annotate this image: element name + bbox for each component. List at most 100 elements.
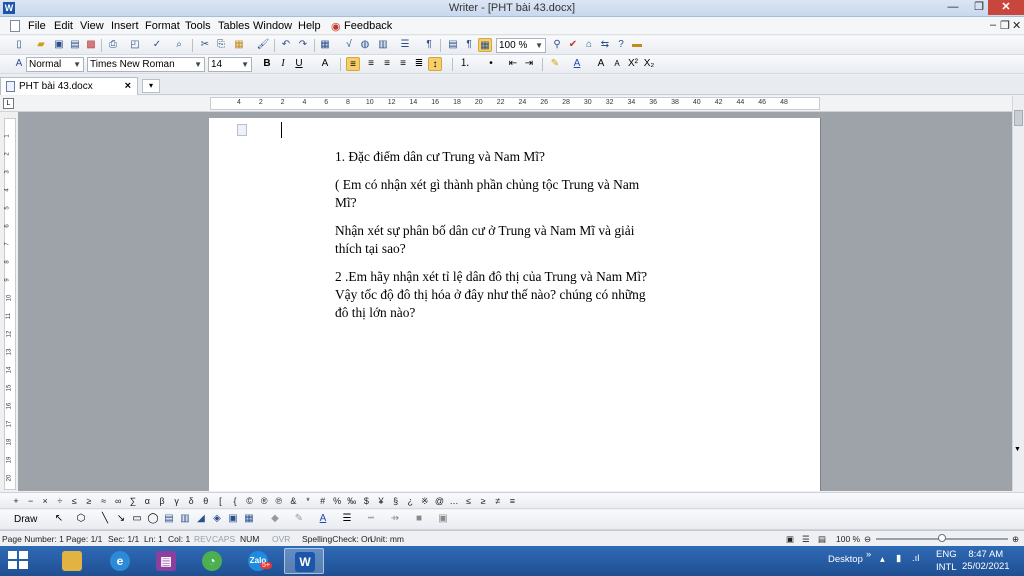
- font-color-icon[interactable]: A: [570, 57, 584, 71]
- language-top[interactable]: ENG: [936, 549, 957, 560]
- horizontal-ruler[interactable]: 4 2 2 4 6 8 10 12 14 16 18 20 22 24 26 28 30 32 34 36 38 40 42…: [210, 97, 820, 110]
- zoom-in-icon[interactable]: ⊕: [1012, 534, 1019, 545]
- highlight-tool-icon[interactable]: ▬: [630, 38, 644, 52]
- dash-style-icon[interactable]: ┅: [364, 512, 378, 526]
- symbol-button[interactable]: ‰: [347, 496, 356, 506]
- wordart-icon[interactable]: ◢: [194, 512, 208, 526]
- abc-spell-icon[interactable]: ✔: [566, 38, 580, 52]
- tab-stop-selector[interactable]: L: [3, 98, 14, 109]
- tab-close-icon[interactable]: ×: [125, 80, 131, 92]
- show-marks-icon[interactable]: ¶: [422, 38, 436, 52]
- symbol-button[interactable]: {: [233, 496, 236, 506]
- symbol-button[interactable]: ※: [421, 496, 429, 507]
- symbol-button[interactable]: ≈: [101, 496, 106, 506]
- save-icon[interactable]: ▣: [52, 38, 66, 52]
- page-view-icon[interactable]: ▣: [786, 534, 794, 545]
- decrease-indent-icon[interactable]: ⇤: [506, 57, 520, 71]
- style-combo[interactable]: Normal ▼: [26, 57, 84, 72]
- highlight-color-icon[interactable]: ✎: [548, 57, 562, 71]
- font-combo[interactable]: Times New Roman ▼: [87, 57, 205, 72]
- save-as-icon[interactable]: ▤: [68, 38, 82, 52]
- paragraph-1[interactable]: 1. Đặc điểm dân cư Trung và Nam Mĩ?: [335, 148, 655, 166]
- distributed-icon[interactable]: ≣: [412, 57, 426, 71]
- autoshapes-icon[interactable]: ⬡: [74, 512, 88, 526]
- line-spacing-icon[interactable]: ↕: [428, 57, 442, 71]
- zoom-slider-knob[interactable]: [938, 534, 946, 542]
- toolbar-expand-icon[interactable]: »: [866, 549, 871, 560]
- superscript-icon[interactable]: X²: [626, 57, 640, 71]
- pdf-export-icon[interactable]: ▩: [84, 38, 98, 52]
- minimize-button[interactable]: —: [940, 0, 966, 15]
- symbol-button[interactable]: §: [393, 496, 398, 506]
- zoom-out-icon[interactable]: ⊖: [864, 534, 871, 545]
- symbol-button[interactable]: ≥: [481, 496, 486, 506]
- document-body[interactable]: 1. Đặc điểm dân cư Trung và Nam Mĩ? ( Em…: [335, 148, 655, 332]
- scrollbar-thumb[interactable]: [1014, 110, 1023, 126]
- align-left-icon[interactable]: ≡: [346, 57, 360, 71]
- draw-font-color-icon[interactable]: A: [316, 512, 330, 526]
- insert-table-icon[interactable]: ▦: [318, 38, 332, 52]
- paragraph-4[interactable]: 2 .Em hãy nhận xét tỉ lệ dân đô thị của …: [335, 268, 655, 322]
- system-clock[interactable]: 8:47 AM 25/02/2021: [962, 549, 1010, 573]
- file-explorer-icon[interactable]: [52, 548, 92, 574]
- undo-icon[interactable]: ↶: [279, 38, 293, 52]
- print-icon[interactable]: ⎙: [106, 38, 120, 52]
- shadow-icon[interactable]: ■: [412, 512, 426, 526]
- toggle-grid-icon[interactable]: ▦: [478, 38, 492, 52]
- 3d-icon[interactable]: ▣: [436, 512, 450, 526]
- symbol-button[interactable]: α: [145, 496, 150, 506]
- formula-icon[interactable]: √: [342, 38, 356, 52]
- symbol-button[interactable]: θ: [203, 496, 208, 506]
- doc-close-button[interactable]: ✕: [1012, 19, 1021, 32]
- arrow-style-icon[interactable]: ⇸: [388, 512, 402, 526]
- shrink-font-icon[interactable]: A: [610, 57, 624, 71]
- hyperlink-icon[interactable]: ◍: [358, 38, 372, 52]
- spell-check-icon[interactable]: ✓: [150, 38, 164, 52]
- paste-icon[interactable]: ▦: [232, 38, 246, 52]
- open-folder-icon[interactable]: ▰: [34, 38, 48, 52]
- italic-button[interactable]: I: [276, 57, 290, 71]
- symbol-button[interactable]: ¿: [407, 496, 413, 506]
- symbol-button[interactable]: ≤: [72, 496, 77, 506]
- status-num[interactable]: NUM: [240, 534, 259, 544]
- line-color-icon[interactable]: ✎: [292, 512, 306, 526]
- align-right-icon[interactable]: ≡: [380, 57, 394, 71]
- signal-icon[interactable]: .ıl: [912, 553, 919, 564]
- select-pointer-icon[interactable]: ↖: [52, 512, 66, 526]
- fill-color-icon[interactable]: ◆: [268, 512, 282, 526]
- desktop-toolbar[interactable]: Desktop: [828, 554, 863, 565]
- language-bottom[interactable]: INTL: [936, 562, 957, 573]
- symbol-button[interactable]: ∑: [130, 496, 136, 506]
- bullets-layout-icon[interactable]: ☰: [398, 38, 412, 52]
- print-preview-icon[interactable]: ◰: [128, 38, 142, 52]
- status-caps[interactable]: CAPS: [212, 534, 235, 544]
- close-button[interactable]: ✕: [988, 0, 1024, 15]
- symbol-button[interactable]: +: [13, 496, 18, 506]
- paragraph-2[interactable]: ( Em có nhận xét gì thành phần chủng tộc…: [335, 176, 655, 212]
- columns-icon[interactable]: ▥: [376, 38, 390, 52]
- menu-edit[interactable]: Edit: [54, 20, 73, 32]
- arrow-icon[interactable]: ↘: [114, 512, 128, 526]
- menu-insert[interactable]: Insert: [111, 20, 139, 32]
- status-ovr[interactable]: OVR: [272, 534, 290, 544]
- symbol-button[interactable]: …: [450, 496, 459, 506]
- rectangle-icon[interactable]: ▭: [130, 512, 144, 526]
- justify-icon[interactable]: ≡: [396, 57, 410, 71]
- status-spelling[interactable]: SpellingCheck: On: [302, 534, 372, 544]
- symbol-button[interactable]: ∞: [115, 496, 121, 506]
- vertical-ruler[interactable]: 1 2 3 4 5 6 7 8 9 10 11 12 13 14 15 16 17 18 19 20: [4, 118, 16, 490]
- document-page[interactable]: 1. Đặc điểm dân cư Trung và Nam Mĩ? ( Em…: [209, 118, 821, 491]
- insert-picture-icon[interactable]: ▣: [226, 512, 240, 526]
- symbol-button[interactable]: ≥: [87, 496, 92, 506]
- coccoc-browser-icon[interactable]: ◔: [192, 548, 232, 574]
- paragraph-3[interactable]: Nhận xét sự phân bố dân cư ở Trung và Na…: [335, 222, 655, 258]
- symbol-button[interactable]: δ: [189, 496, 194, 506]
- show-hidden-icons[interactable]: ▴: [880, 554, 885, 565]
- menu-format[interactable]: Format: [145, 20, 180, 32]
- align-center-icon[interactable]: ≡: [364, 57, 378, 71]
- new-tab-button[interactable]: ▾: [142, 79, 160, 93]
- draw-menu[interactable]: Draw: [14, 514, 37, 525]
- feedback-icon[interactable]: ◉: [331, 20, 341, 33]
- outline-view-icon[interactable]: ☰: [802, 534, 810, 545]
- symbol-button[interactable]: β: [159, 496, 164, 506]
